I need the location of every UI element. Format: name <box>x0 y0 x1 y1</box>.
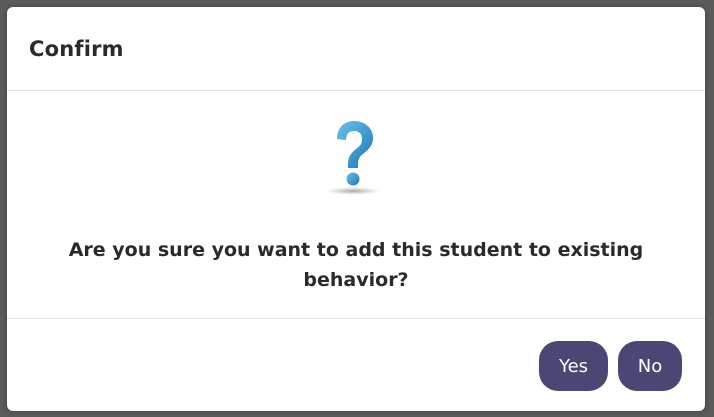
dialog-title: Confirm <box>29 36 124 61</box>
dialog-footer: Yes No <box>7 319 705 411</box>
yes-button[interactable]: Yes <box>539 341 608 391</box>
no-button[interactable]: No <box>618 341 682 391</box>
dialog-header: Confirm <box>7 7 705 91</box>
confirm-message: Are you sure you want to add this studen… <box>68 239 644 291</box>
confirm-dialog: Confirm Are you sure you want to add thi… <box>7 7 705 411</box>
question-mark-icon <box>323 117 383 197</box>
dialog-body: Are you sure you want to add this studen… <box>7 91 705 319</box>
